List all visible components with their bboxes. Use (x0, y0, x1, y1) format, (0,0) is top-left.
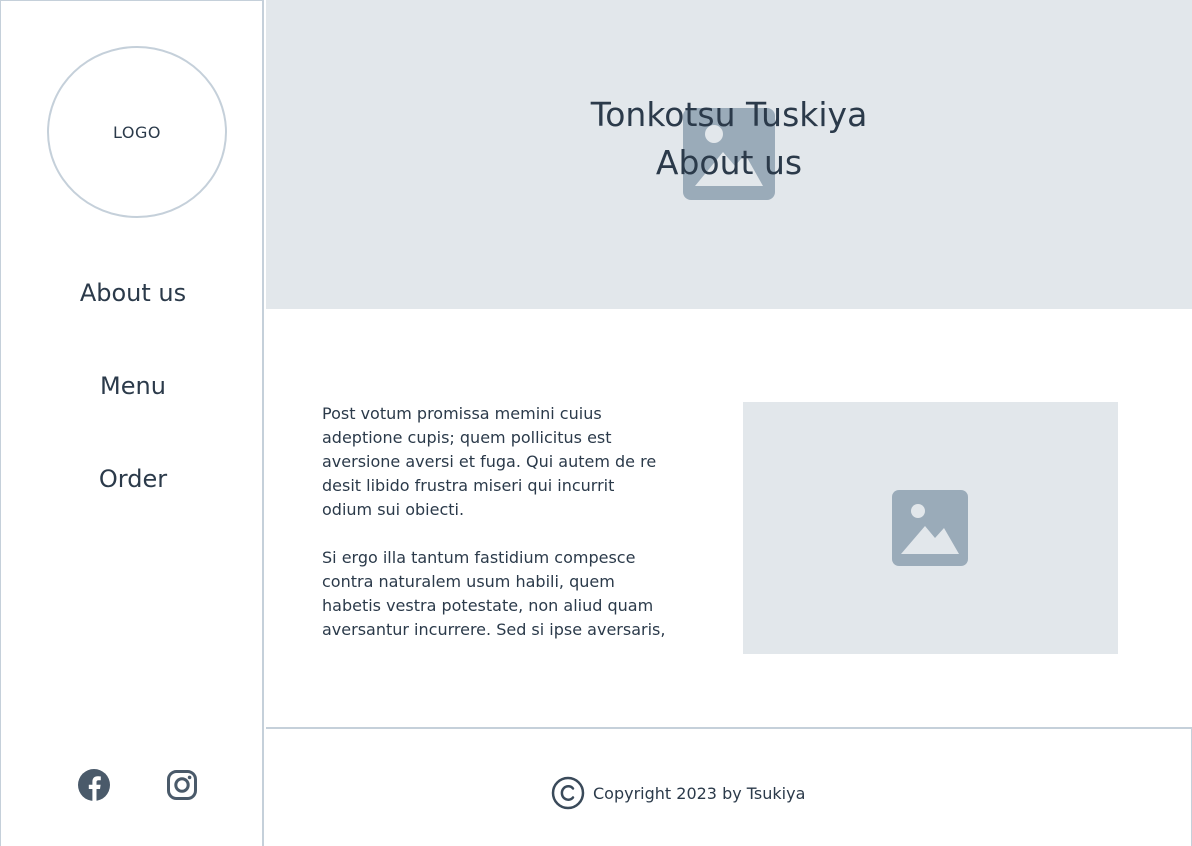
copyright: Copyright 2023 by Tsukiya (551, 776, 805, 810)
hero-banner: Tonkotsu Tuskiya About us (266, 0, 1192, 309)
page-subtitle: About us (655, 143, 803, 182)
footer: Copyright 2023 by Tsukiya (266, 727, 1192, 846)
nav-item-menu[interactable]: Menu (1, 372, 265, 400)
about-text: Post votum promissa memini cuius adeptio… (322, 402, 667, 666)
nav-item-about-us[interactable]: About us (1, 279, 265, 307)
logo-text: LOGO (113, 122, 161, 142)
nav-item-order[interactable]: Order (1, 465, 265, 493)
logo[interactable]: LOGO (47, 46, 227, 218)
page: LOGO About us Menu Order Tonkotsu Tuskiy… (0, 0, 1192, 846)
about-paragraph: Si ergo illa tantum fastidium compesce c… (322, 548, 666, 639)
copyright-text: Copyright 2023 by Tsukiya (593, 783, 806, 803)
facebook-icon[interactable] (76, 767, 112, 803)
image-placeholder-icon (892, 490, 968, 566)
content-image-placeholder (743, 402, 1118, 654)
page-title: Tonkotsu Tuskiya (590, 95, 868, 134)
sidebar: LOGO About us Menu Order (0, 0, 264, 846)
copyright-icon (551, 776, 585, 810)
instagram-icon[interactable] (164, 767, 200, 803)
about-paragraph: Post votum promissa memini cuius adeptio… (322, 404, 657, 519)
